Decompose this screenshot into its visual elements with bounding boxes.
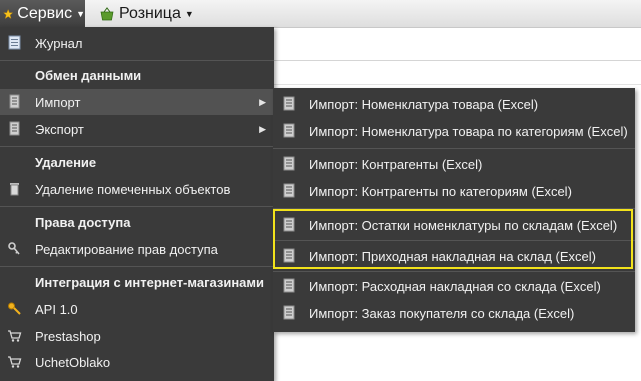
- section-header-label: Права доступа: [35, 214, 131, 230]
- background-divider: [270, 84, 641, 85]
- service-menu-label: Сервис: [17, 4, 73, 22]
- import-icon: [9, 94, 20, 109]
- menu-item-api[interactable]: API 1.0: [0, 296, 274, 322]
- retail-menu[interactable]: Розница ▼: [96, 0, 194, 27]
- section-header-delete: Удаление: [0, 149, 274, 175]
- menu-item-label: Редактирование прав доступа: [35, 241, 218, 257]
- import-doc-icon: [283, 123, 295, 138]
- import-submenu: Импорт: Номенклатура товара (Excel) Импо…: [273, 88, 635, 332]
- chevron-right-icon: ▶: [259, 96, 266, 107]
- import-doc-icon: [283, 156, 295, 171]
- import-doc-icon: [283, 183, 295, 198]
- divider: [0, 206, 274, 207]
- top-menu-bar: Сервис ▼ Розница ▼: [0, 0, 641, 28]
- divider: [273, 271, 635, 272]
- divider: [273, 208, 635, 209]
- section-header-integration: Интеграция с интернет-магазинами: [0, 269, 274, 295]
- submenu-item[interactable]: Импорт: Расходная накладная со склада (E…: [273, 273, 635, 299]
- submenu-item[interactable]: Импорт: Остатки номенклатуры по складам …: [273, 212, 635, 238]
- submenu-item-label: Импорт: Номенклатура товара (Excel): [309, 96, 539, 112]
- divider: [0, 146, 274, 147]
- key-icon: [8, 242, 20, 255]
- menu-item-label: UchetOblako: [35, 354, 111, 370]
- menu-item-prestashop[interactable]: Prestashop: [0, 323, 274, 349]
- section-header-access: Права доступа: [0, 209, 274, 235]
- section-header-label: Обмен данными: [35, 67, 142, 83]
- import-doc-icon: [283, 248, 295, 263]
- menu-item-label: Удаление помеченных объектов: [35, 181, 231, 197]
- service-dropdown: Журнал Обмен данными Импорт ▶ Экспорт ▶ …: [0, 27, 274, 381]
- trash-icon: [10, 183, 19, 196]
- retail-menu-label: Розница: [119, 4, 181, 22]
- submenu-item-label: Импорт: Приходная накладная на склад (Ex…: [309, 248, 596, 264]
- submenu-item-label: Импорт: Остатки номенклатуры по складам …: [309, 217, 618, 233]
- submenu-item-label: Импорт: Контрагенты (Excel): [309, 156, 483, 172]
- service-menu[interactable]: Сервис ▼: [0, 0, 85, 27]
- menu-item-label: Импорт: [35, 94, 81, 110]
- submenu-item-label: Импорт: Номенклатура товара по категория…: [309, 123, 628, 139]
- submenu-item[interactable]: Импорт: Контрагенты (Excel): [273, 151, 635, 177]
- import-doc-icon: [283, 305, 295, 320]
- chevron-down-icon: ▼: [184, 8, 194, 19]
- menu-item-import[interactable]: Импорт ▶: [0, 89, 274, 115]
- menu-item-export[interactable]: Экспорт ▶: [0, 116, 274, 142]
- menu-item-edit-access[interactable]: Редактирование прав доступа: [0, 236, 274, 262]
- journal-icon: [8, 35, 21, 50]
- cart-icon: [8, 356, 22, 368]
- submenu-item[interactable]: Импорт: Контрагенты по категориям (Excel…: [273, 178, 635, 204]
- submenu-item-label: Импорт: Расходная накладная со склада (E…: [309, 278, 601, 294]
- chevron-down-icon: ▼: [76, 8, 85, 19]
- menu-item-label: Журнал: [35, 35, 83, 51]
- key-gold-icon: [8, 302, 21, 315]
- divider: [0, 266, 274, 267]
- menu-item-delete-marked[interactable]: Удаление помеченных объектов: [0, 176, 274, 202]
- cart-icon: [8, 330, 22, 342]
- import-doc-icon: [283, 96, 295, 111]
- submenu-item-label: Импорт: Контрагенты по категориям (Excel…: [309, 183, 572, 199]
- section-header-exchange: Обмен данными: [0, 62, 274, 88]
- chevron-right-icon: ▶: [259, 123, 266, 134]
- menu-item-uchetoblako[interactable]: UchetOblako: [0, 349, 274, 375]
- menu-item-journal[interactable]: Журнал: [0, 30, 274, 56]
- divider: [0, 60, 274, 61]
- submenu-item[interactable]: Импорт: Номенклатура товара (Excel): [273, 91, 635, 117]
- basket-icon: [100, 6, 114, 20]
- menu-item-label: Экспорт: [35, 121, 84, 137]
- submenu-item-label: Импорт: Заказ покупателя со склада (Exce…: [309, 305, 575, 321]
- import-doc-icon: [283, 278, 295, 293]
- submenu-item[interactable]: Импорт: Приходная накладная на склад (Ex…: [273, 243, 635, 269]
- export-icon: [9, 121, 20, 136]
- menu-item-label: Prestashop: [35, 328, 101, 344]
- section-header-label: Интеграция с интернет-магазинами: [35, 274, 265, 290]
- section-header-label: Удаление: [35, 154, 97, 170]
- star-icon: [3, 8, 14, 19]
- divider: [273, 148, 635, 149]
- menu-item-label: API 1.0: [35, 301, 78, 317]
- submenu-item[interactable]: Импорт: Номенклатура товара по категория…: [273, 118, 635, 144]
- import-doc-icon: [283, 217, 295, 232]
- divider: [273, 240, 635, 241]
- submenu-item[interactable]: Импорт: Заказ покупателя со склада (Exce…: [273, 300, 635, 326]
- background-toolbar: [270, 30, 641, 61]
